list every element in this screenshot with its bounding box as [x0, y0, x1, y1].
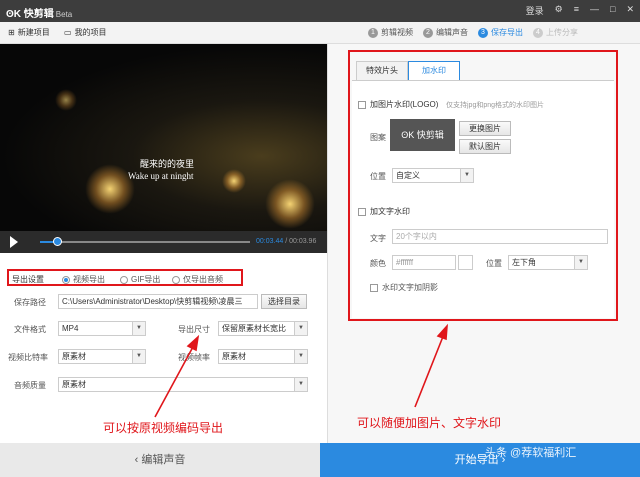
back-to-audio-button[interactable]: ‹ 编辑声音: [0, 443, 320, 477]
start-export-button[interactable]: 开始导出 ›: [320, 443, 640, 477]
arrow-left: [154, 344, 195, 418]
arrowhead-left: [186, 334, 200, 352]
arrow-right: [414, 333, 445, 408]
toutiao-watermark: 头条 @荐软福利汇: [485, 447, 577, 459]
annotation-arrows: [154, 323, 448, 418]
arrowhead-right: [436, 323, 448, 341]
